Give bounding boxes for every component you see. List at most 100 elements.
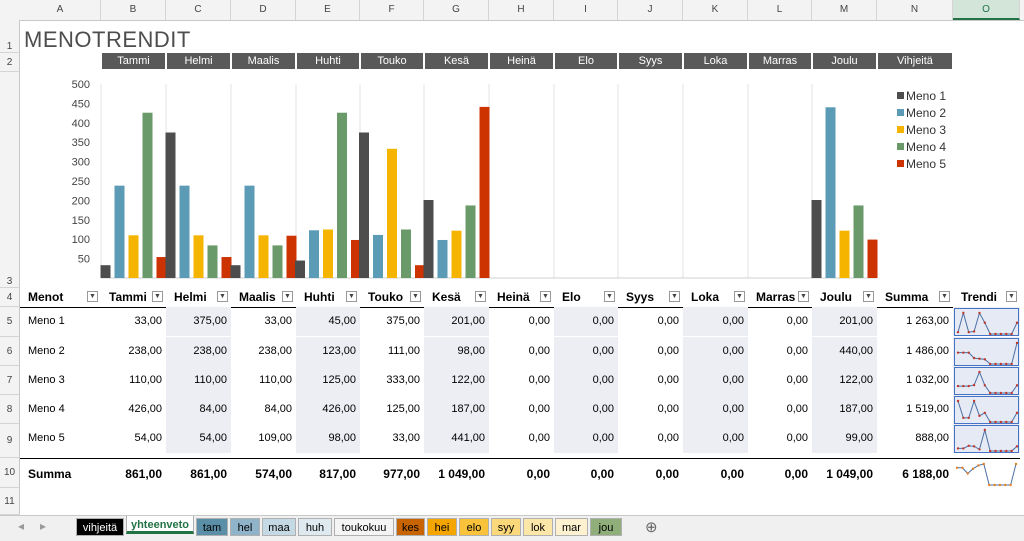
filter-dropdown-icon[interactable]: ▼ xyxy=(1006,291,1017,302)
trend-sparkline[interactable] xyxy=(954,396,1019,424)
sheet-tab-huh[interactable]: huh xyxy=(298,518,332,536)
expense-cell[interactable]: 187,00 xyxy=(812,395,877,424)
bar-meno-4-tammi[interactable] xyxy=(142,112,153,278)
row-sum-cell[interactable]: 1 519,00 xyxy=(877,395,953,424)
expense-label[interactable]: Meno 1 xyxy=(20,307,101,336)
add-sheet-icon[interactable]: ⊕ xyxy=(645,518,658,536)
table-header-6[interactable]: Kesä ▼ xyxy=(432,288,489,307)
bar-meno-4-huhti[interactable] xyxy=(337,112,347,278)
expense-cell[interactable]: 33,00 xyxy=(101,307,166,336)
table-header-12[interactable]: Joulu ▼ xyxy=(820,288,877,307)
bar-meno-3-maalis[interactable] xyxy=(258,235,269,278)
table-header-5[interactable]: Touko ▼ xyxy=(368,288,424,307)
expense-cell[interactable]: 0,00 xyxy=(554,424,618,453)
expense-cell[interactable]: 0,00 xyxy=(683,307,748,336)
row-header-5[interactable]: 5 xyxy=(0,307,20,337)
bar-meno-5-kesä[interactable] xyxy=(479,106,490,278)
expense-cell[interactable]: 0,00 xyxy=(683,395,748,424)
expense-cell[interactable]: 98,00 xyxy=(296,424,360,453)
expense-cell[interactable]: 54,00 xyxy=(166,424,231,453)
expense-cell[interactable]: 0,00 xyxy=(683,366,748,395)
table-header-menot[interactable]: Menot ▼ xyxy=(28,288,101,307)
bar-meno-5-joulu[interactable] xyxy=(867,239,878,278)
filter-dropdown-icon[interactable]: ▼ xyxy=(282,291,293,302)
bar-meno-4-touko[interactable] xyxy=(401,229,411,279)
bar-chart[interactable]: 500 450 400 350 300 250 200 150 100 50 Meno 1 Meno … xyxy=(22,72,954,284)
total-cell[interactable]: 0,00 xyxy=(554,459,618,489)
total-cell[interactable]: 977,00 xyxy=(360,459,424,489)
row-header-3[interactable]: 3 xyxy=(0,72,20,288)
total-label[interactable]: Summa xyxy=(20,459,101,489)
bar-meno-3-helmi[interactable] xyxy=(193,235,204,278)
expense-cell[interactable]: 0,00 xyxy=(489,366,554,395)
column-header-g[interactable]: G xyxy=(424,0,489,20)
filter-dropdown-icon[interactable]: ▼ xyxy=(540,291,551,302)
filter-dropdown-icon[interactable]: ▼ xyxy=(346,291,357,302)
expense-cell[interactable]: 110,00 xyxy=(231,366,296,395)
table-header-4[interactable]: Huhti ▼ xyxy=(304,288,360,307)
expense-cell[interactable]: 122,00 xyxy=(812,366,877,395)
filter-dropdown-icon[interactable]: ▼ xyxy=(475,291,486,302)
column-header-n[interactable]: N xyxy=(877,0,953,20)
expense-cell[interactable]: 99,00 xyxy=(812,424,877,453)
total-cell[interactable]: 0,00 xyxy=(618,459,683,489)
expense-cell[interactable]: 0,00 xyxy=(748,337,812,366)
sheet-tab-vihjeitä[interactable]: vihjeitä xyxy=(76,518,124,536)
row-header-10[interactable]: 10 xyxy=(0,458,20,488)
bar-meno-1-touko[interactable] xyxy=(359,132,369,279)
expense-cell[interactable]: 201,00 xyxy=(424,307,489,336)
filter-dropdown-icon[interactable]: ▼ xyxy=(939,291,950,302)
expense-cell[interactable]: 201,00 xyxy=(812,307,877,336)
column-header-k[interactable]: K xyxy=(683,0,748,20)
expense-cell[interactable]: 84,00 xyxy=(166,395,231,424)
sheet-tab-kes[interactable]: kes xyxy=(396,518,425,536)
total-cell[interactable]: 574,00 xyxy=(231,459,296,489)
expense-cell[interactable]: 33,00 xyxy=(360,424,424,453)
expense-cell[interactable]: 110,00 xyxy=(101,366,166,395)
expense-cell[interactable]: 0,00 xyxy=(554,366,618,395)
expense-cell[interactable]: 440,00 xyxy=(812,337,877,366)
expense-cell[interactable]: 441,00 xyxy=(424,424,489,453)
row-header-1[interactable]: 1 xyxy=(0,20,20,53)
sheet-tab-tam[interactable]: tam xyxy=(196,518,228,536)
table-header-7[interactable]: Heinä ▼ xyxy=(497,288,554,307)
bar-meno-2-touko[interactable] xyxy=(373,234,383,278)
bar-meno-1-huhti[interactable] xyxy=(295,260,305,278)
expense-cell[interactable]: 125,00 xyxy=(360,395,424,424)
total-trend-sparkline[interactable] xyxy=(954,460,1019,488)
expense-cell[interactable]: 0,00 xyxy=(489,337,554,366)
trend-sparkline[interactable] xyxy=(954,338,1019,366)
expense-cell[interactable]: 0,00 xyxy=(748,307,812,336)
trend-sparkline[interactable] xyxy=(954,367,1019,395)
bar-meno-3-joulu[interactable] xyxy=(839,230,850,278)
row-sum-cell[interactable]: 1 263,00 xyxy=(877,307,953,336)
bar-meno-2-helmi[interactable] xyxy=(179,185,190,278)
filter-dropdown-icon[interactable]: ▼ xyxy=(152,291,163,302)
filter-dropdown-icon[interactable]: ▼ xyxy=(217,291,228,302)
filter-dropdown-icon[interactable]: ▼ xyxy=(410,291,421,302)
bar-meno-2-huhti[interactable] xyxy=(309,230,319,278)
filter-dropdown-icon[interactable]: ▼ xyxy=(734,291,745,302)
table-header-10[interactable]: Loka ▼ xyxy=(691,288,748,307)
total-cell[interactable]: 0,00 xyxy=(748,459,812,489)
column-header-j[interactable]: J xyxy=(618,0,683,20)
expense-cell[interactable]: 333,00 xyxy=(360,366,424,395)
column-header-e[interactable]: E xyxy=(296,0,360,20)
expense-cell[interactable]: 426,00 xyxy=(296,395,360,424)
expense-cell[interactable]: 426,00 xyxy=(101,395,166,424)
expense-cell[interactable]: 109,00 xyxy=(231,424,296,453)
row-header-7[interactable]: 7 xyxy=(0,366,20,395)
column-header-o[interactable]: O xyxy=(953,0,1020,20)
bar-meno-1-maalis[interactable] xyxy=(230,265,241,278)
expense-label[interactable]: Meno 4 xyxy=(20,395,101,424)
sheet-tab-elo[interactable]: elo xyxy=(459,518,489,536)
table-header-1[interactable]: Tammi ▼ xyxy=(109,288,166,307)
expense-cell[interactable]: 0,00 xyxy=(489,395,554,424)
bar-meno-4-kesä[interactable] xyxy=(465,205,476,278)
row-header-4[interactable]: 4 xyxy=(0,288,20,307)
bar-meno-1-kesä[interactable] xyxy=(423,200,434,278)
column-header-d[interactable]: D xyxy=(231,0,296,20)
expense-cell[interactable]: 0,00 xyxy=(683,337,748,366)
sheet-tab-hei[interactable]: hei xyxy=(427,518,457,536)
filter-dropdown-icon[interactable]: ▼ xyxy=(798,291,809,302)
